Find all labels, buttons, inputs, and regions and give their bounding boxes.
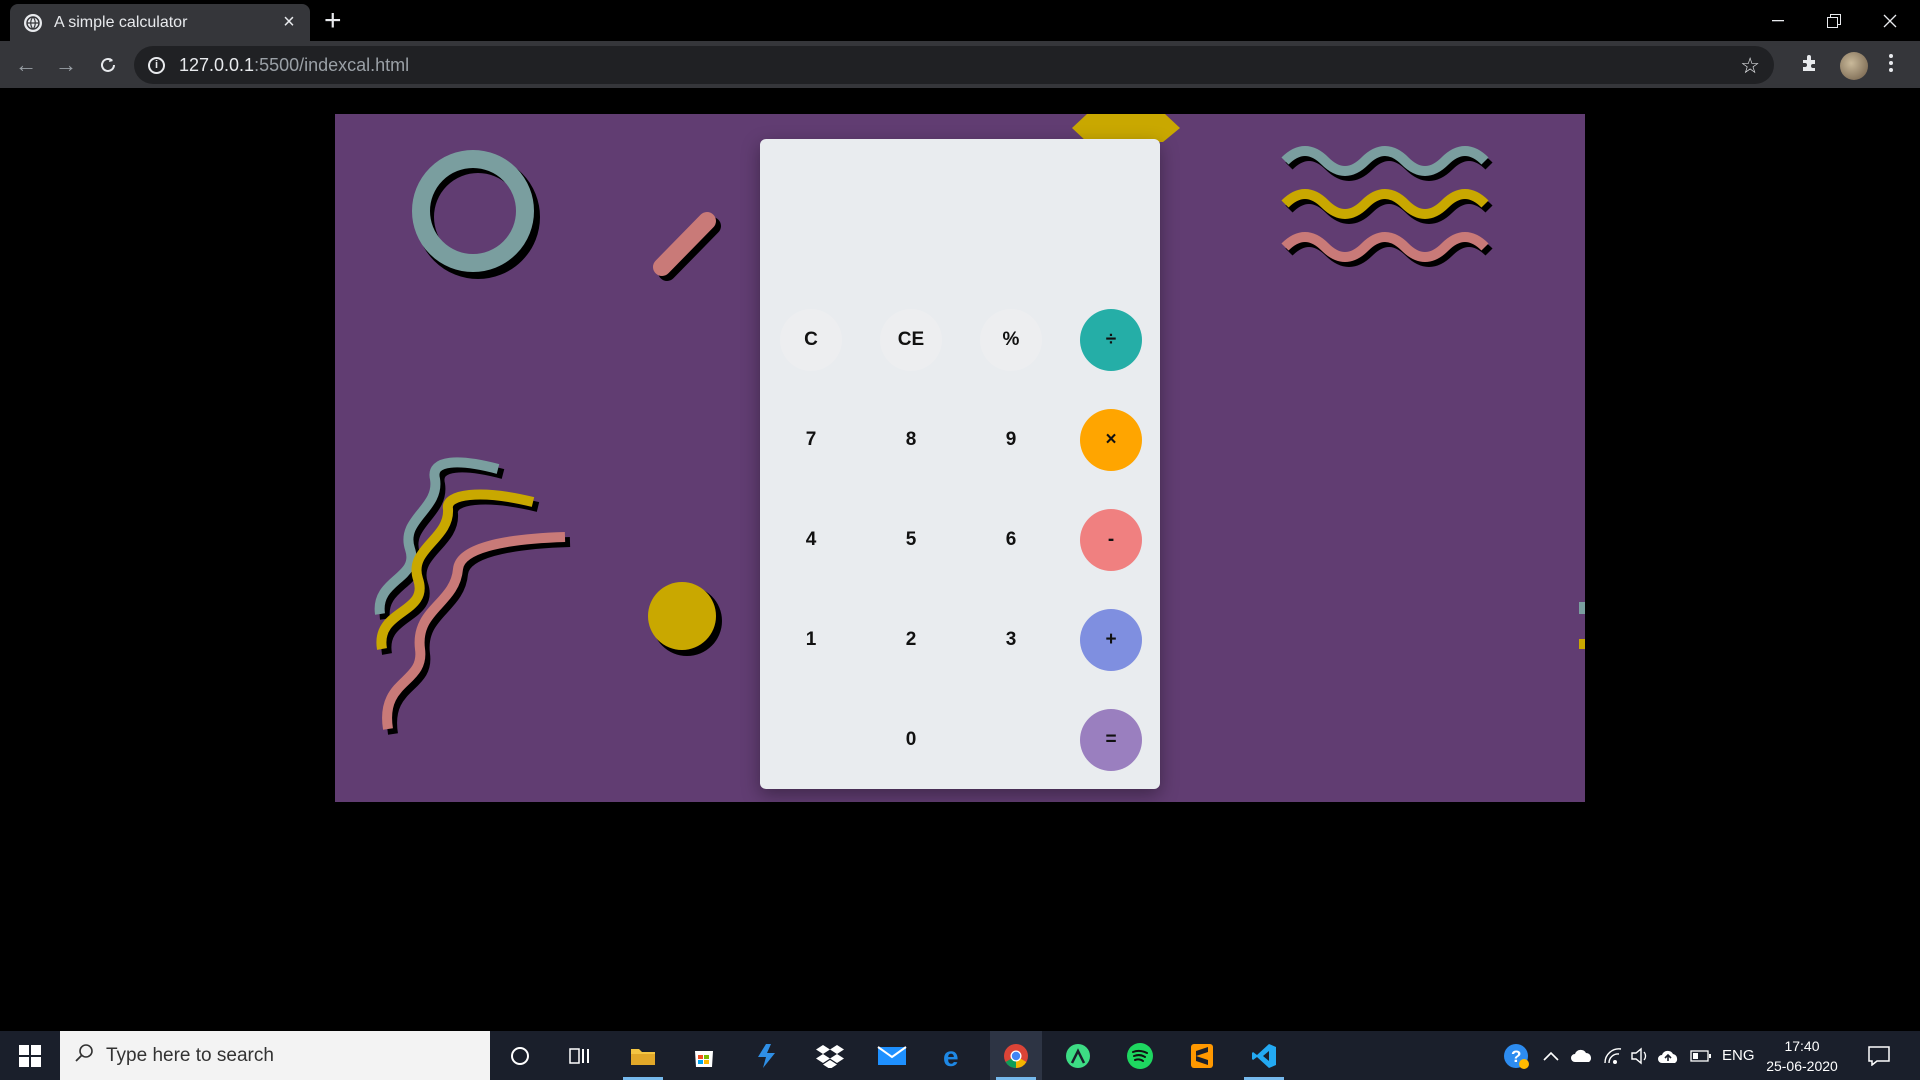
svg-text:e: e [943, 1043, 959, 1069]
digit-7-button[interactable]: 7 [780, 409, 842, 471]
clear-entry-button[interactable]: CE [880, 309, 942, 371]
divide-button[interactable]: ÷ [1080, 309, 1142, 371]
back-arrow-icon[interactable]: ← [10, 49, 42, 81]
show-hidden-icons-chevron-icon[interactable] [1543, 1031, 1559, 1080]
digit-6-button[interactable]: 6 [980, 509, 1042, 571]
system-clock[interactable]: 17:40 25-06-2020 [1760, 1036, 1844, 1076]
chrome-icon[interactable] [990, 1031, 1042, 1080]
taskbar-search-box[interactable]: Type here to search [60, 1031, 490, 1080]
visual-studio-app-icon[interactable] [741, 1031, 793, 1080]
search-icon [74, 1043, 94, 1068]
site-info-icon[interactable]: i [148, 56, 165, 74]
digit-4-button[interactable]: 4 [780, 509, 842, 571]
volume-icon[interactable] [1630, 1031, 1650, 1080]
url-path: :5500/indexcal.html [254, 54, 410, 75]
url-host: 127.0.0.1 [179, 54, 255, 75]
percent-button[interactable]: % [980, 309, 1042, 371]
restore-button[interactable] [1806, 0, 1862, 41]
search-placeholder: Type here to search [106, 1044, 274, 1066]
url-text: 127.0.0.1:5500/indexcal.html [179, 55, 409, 76]
digit-8-button[interactable]: 8 [880, 409, 942, 471]
forward-arrow-icon[interactable]: → [50, 49, 82, 81]
digit-3-button[interactable]: 3 [980, 609, 1042, 671]
spotify-icon[interactable] [1114, 1031, 1166, 1080]
cloud-upload-icon[interactable] [1657, 1031, 1679, 1080]
start-windows-icon[interactable] [0, 1031, 60, 1080]
equals-button[interactable]: = [1080, 709, 1142, 771]
sublime-text-icon[interactable] [1176, 1031, 1228, 1080]
close-window-button[interactable] [1862, 0, 1918, 41]
browser-menu-icon[interactable] [1888, 53, 1894, 79]
clock-time: 17:40 [1784, 1038, 1820, 1054]
microsoft-store-icon[interactable] [678, 1031, 730, 1080]
tab-close-icon[interactable]: × [278, 11, 300, 34]
subtract-button[interactable]: - [1080, 509, 1142, 571]
mail-icon[interactable] [866, 1031, 918, 1080]
tab-title: A simple calculator [54, 13, 188, 31]
clear-button[interactable]: C [780, 309, 842, 371]
decorative-background: C CE% ÷ 7 8 9 × 4 5 6- 1 2 3 +0 = [335, 114, 1585, 802]
battery-icon[interactable] [1690, 1031, 1712, 1080]
clock-date: 25-06-2020 [1766, 1058, 1838, 1074]
digit-1-button[interactable]: 1 [780, 609, 842, 671]
extensions-puzzle-icon[interactable] [1800, 53, 1820, 79]
browser-toolbar: ← → i 127.0.0.1:5500/indexcal.html ☆ [0, 41, 1920, 88]
multiply-button[interactable]: × [1080, 409, 1142, 471]
address-bar[interactable]: i 127.0.0.1:5500/indexcal.html ☆ [134, 46, 1774, 84]
page-viewport: C CE% ÷ 7 8 9 × 4 5 6- 1 2 3 +0 = [0, 88, 1920, 1031]
windows-taskbar: Type here to search e ? ENG 17:40 25-06-… [0, 1031, 1920, 1080]
new-tab-button[interactable]: + [324, 6, 342, 36]
edge-icon[interactable]: e [928, 1031, 980, 1080]
calculator-display [780, 159, 1140, 279]
android-studio-icon[interactable] [1052, 1031, 1104, 1080]
browser-tab-strip: A simple calculator × + [0, 0, 1920, 41]
profile-avatar[interactable] [1840, 52, 1868, 80]
digit-5-button[interactable]: 5 [880, 509, 942, 571]
digit-0-button[interactable]: 0 [880, 709, 942, 771]
cortana-icon[interactable] [494, 1031, 546, 1080]
digit-2-button[interactable]: 2 [880, 609, 942, 671]
vscode-icon[interactable] [1238, 1031, 1290, 1080]
bookmark-star-icon[interactable]: ☆ [1740, 53, 1760, 79]
browser-tab[interactable]: A simple calculator × [10, 4, 310, 41]
calculator: C CE% ÷ 7 8 9 × 4 5 6- 1 2 3 +0 = [760, 139, 1160, 789]
action-center-icon[interactable] [1868, 1031, 1890, 1080]
help-icon[interactable]: ? [1502, 1031, 1530, 1080]
dropbox-icon[interactable] [804, 1031, 856, 1080]
file-explorer-icon[interactable] [617, 1031, 669, 1080]
language-indicator[interactable]: ENG [1722, 1031, 1755, 1080]
onedrive-cloud-icon[interactable] [1570, 1031, 1594, 1080]
reload-icon[interactable] [92, 49, 124, 81]
add-button[interactable]: + [1080, 609, 1142, 671]
digit-9-button[interactable]: 9 [980, 409, 1042, 471]
minimize-button[interactable] [1750, 0, 1806, 41]
network-icon[interactable] [1603, 1031, 1623, 1080]
globe-icon [24, 13, 42, 32]
task-view-icon[interactable] [554, 1031, 606, 1080]
